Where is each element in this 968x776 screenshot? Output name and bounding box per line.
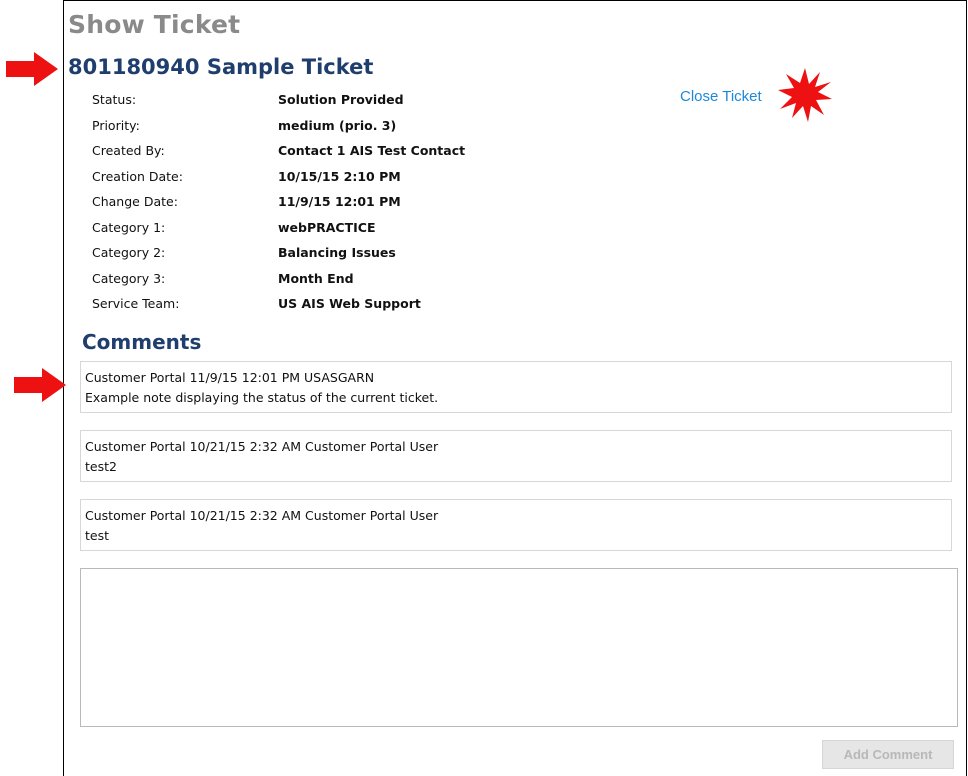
close-ticket-link[interactable]: Close Ticket: [680, 88, 762, 105]
detail-value: Month End: [278, 270, 354, 286]
detail-row-created-by: Created By: Contact 1 AIS Test Contact: [92, 141, 592, 167]
detail-value: webPRACTICE: [278, 219, 376, 235]
detail-row-service-team: Service Team: US AIS Web Support: [92, 294, 592, 320]
detail-value: 11/9/15 12:01 PM: [278, 194, 401, 209]
detail-value: Contact 1 AIS Test Contact: [278, 143, 466, 158]
detail-label: Category 2:: [92, 245, 166, 260]
new-comment-textarea[interactable]: [80, 568, 958, 727]
detail-row-status: Status: Solution Provided: [92, 90, 592, 116]
detail-row-category-1: Category 1: webPRACTICE: [92, 218, 592, 244]
detail-value: Solution Provided: [278, 92, 404, 107]
detail-row-change-date: Change Date: 11/9/15 12:01 PM: [92, 192, 592, 218]
comment-header: Customer Portal 11/9/15 12:01 PM USASGAR…: [85, 370, 375, 385]
comment-header: Customer Portal 10/21/15 2:32 AM Custome…: [85, 508, 439, 523]
detail-row-creation-date: Creation Date: 10/15/15 2:10 PM: [92, 167, 592, 193]
detail-label: Created By:: [92, 143, 165, 158]
ticket-details: Status: Solution Provided Priority: medi…: [92, 90, 592, 320]
detail-value: Balancing Issues: [278, 245, 396, 260]
page-title: Show Ticket: [68, 10, 241, 39]
add-comment-button[interactable]: Add Comment: [822, 740, 954, 769]
comment-body: Example note displaying the status of th…: [85, 390, 439, 405]
arrow-right-icon: [6, 52, 58, 86]
detail-row-category-3: Category 3: Month End: [92, 269, 592, 295]
detail-label: Category 1:: [92, 219, 166, 235]
detail-value: 10/15/15 2:10 PM: [278, 168, 401, 184]
comment-item: Customer Portal 11/9/15 12:01 PM USASGAR…: [80, 361, 952, 413]
detail-row-category-2: Category 2: Balancing Issues: [92, 243, 592, 269]
comment-item: Customer Portal 10/21/15 2:32 AM Custome…: [80, 499, 952, 551]
detail-label: Priority:: [92, 117, 140, 133]
detail-value: medium (prio. 3): [278, 117, 397, 133]
detail-label: Service Team:: [92, 296, 180, 311]
comment-item: Customer Portal 10/21/15 2:32 AM Custome…: [80, 430, 952, 482]
detail-label: Status:: [92, 92, 137, 107]
comment-body: test2: [85, 459, 117, 474]
detail-row-priority: Priority: medium (prio. 3): [92, 116, 592, 142]
detail-label: Category 3:: [92, 270, 166, 286]
detail-label: Change Date:: [92, 194, 178, 209]
comment-body: test: [85, 528, 110, 543]
arrow-right-icon: [14, 368, 66, 402]
detail-value: US AIS Web Support: [278, 296, 421, 311]
ticket-title: 801180940 Sample Ticket: [68, 55, 374, 79]
detail-label: Creation Date:: [92, 168, 183, 184]
comment-header: Customer Portal 10/21/15 2:32 AM Custome…: [85, 439, 439, 454]
comments-heading: Comments: [82, 330, 202, 354]
starburst-icon: [778, 68, 832, 122]
